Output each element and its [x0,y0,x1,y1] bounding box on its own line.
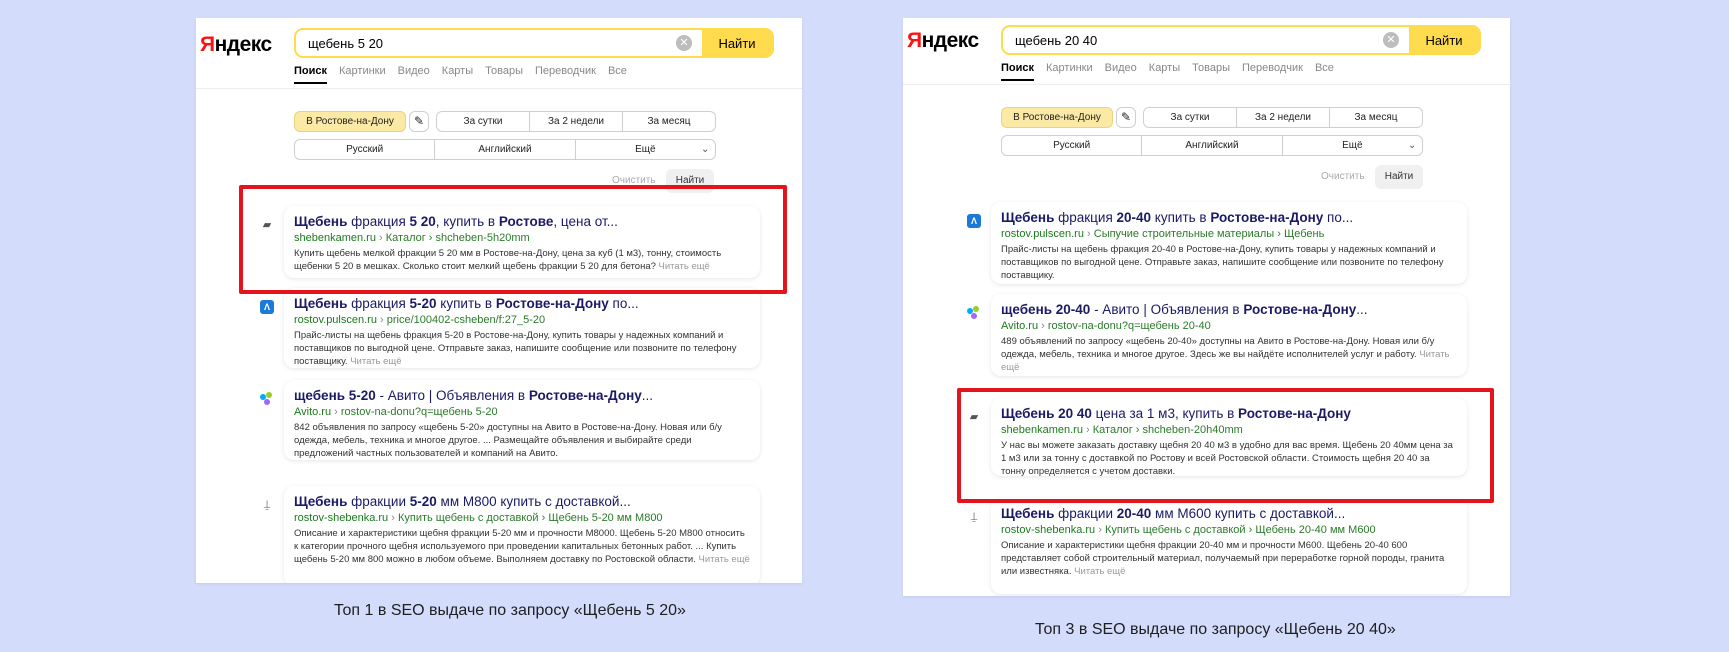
period-2weeks[interactable]: За 2 недели [529,112,622,131]
result-url[interactable]: rostov.pulscen.ru › price/100402-csheben… [294,314,750,326]
language-filter: Русский Английский Ещё [294,139,716,160]
result-snippet: 842 объявления по запросу «щебень 5-20» … [294,422,722,459]
period-month[interactable]: За месяц [1329,108,1422,127]
tab-maps[interactable]: Карты [442,65,473,84]
pulscen-icon: Λ [967,214,981,228]
search-input[interactable] [296,30,696,56]
lang-english[interactable]: Английский [1141,136,1281,155]
apply-filters-button[interactable]: Найти [1375,165,1423,189]
truck-icon: ▰ [262,219,272,231]
close-icon[interactable]: ✕ [1383,32,1399,48]
pin-icon: ⍊ [263,499,271,511]
avito-dots-icon [967,306,981,320]
chevron-down-icon: ⌄ [701,144,710,155]
tab-translator[interactable]: Переводчик [535,65,596,84]
result-url[interactable]: shebenkamen.ru › Каталог › shcheben-20h4… [1001,424,1457,436]
result-url[interactable]: Avito.ru › rostov-na-donu?q=щебень 20-40 [1001,320,1457,332]
lang-russian[interactable]: Русский [1002,136,1141,155]
left-caption: Топ 1 в SEO выдаче по запросу «Щебень 5 … [334,602,686,619]
truck-icon: ▰ [969,411,979,423]
search-button[interactable]: Найти [702,30,772,56]
result-title[interactable]: Щебень фракция 5 20, купить в Ростове, ц… [294,214,750,230]
search-tabs: Поиск Картинки Видео Карты Товары Перево… [1001,62,1334,81]
edit-icon[interactable]: ✎ [409,111,429,132]
result-url[interactable]: rostov-shebenka.ru › Купить щебень с дос… [1001,524,1457,536]
search-result[interactable]: щебень 5-20 - Авито | Объявления в Росто… [260,380,760,460]
result-url[interactable]: Avito.ru › rostov-na-donu?q=щебень 5-20 [294,406,750,418]
result-title[interactable]: щебень 20-40 - Авито | Объявления в Рост… [1001,302,1457,318]
search-tabs: Поиск Картинки Видео Карты Товары Перево… [294,65,627,84]
result-title[interactable]: щебень 5-20 - Авито | Объявления в Росто… [294,388,750,404]
period-2weeks[interactable]: За 2 недели [1236,108,1329,127]
result-title[interactable]: Щебень фракции 20-40 мм М600 купить с до… [1001,506,1457,522]
edit-icon[interactable]: ✎ [1116,107,1136,128]
result-url[interactable]: shebenkamen.ru › Каталог › shcheben-5h20… [294,232,750,244]
region-filter[interactable]: В Ростове-на-Дону [1001,107,1113,128]
tab-goods[interactable]: Товары [1192,62,1230,81]
period-filter: За сутки За 2 недели За месяц [1143,107,1423,128]
apply-filters-button[interactable]: Найти [666,169,714,193]
result-title[interactable]: Щебень фракция 20-40 купить в Ростове-на… [1001,210,1457,226]
result-snippet: У нас вы можете заказать доставку щебня … [1001,440,1453,477]
clear-filters-link[interactable]: Очистить [1321,171,1365,182]
tab-goods[interactable]: Товары [485,65,523,84]
search-result[interactable]: ▰ Щебень фракция 5 20, купить в Ростове,… [263,206,760,278]
tab-search[interactable]: Поиск [294,65,328,84]
yandex-logo[interactable]: Яндекс [907,29,979,53]
period-filter: За сутки За 2 недели За месяц [436,111,716,132]
period-month[interactable]: За месяц [622,112,715,131]
result-title[interactable]: Щебень 20 40 цена за 1 м3, купить в Рост… [1001,406,1457,422]
right-caption: Топ 3 в SEO выдаче по запросу «Щебень 20… [1035,621,1396,638]
lang-russian[interactable]: Русский [295,140,434,159]
result-title[interactable]: Щебень фракция 5-20 купить в Ростове-на-… [294,296,750,312]
avito-dots-icon [260,392,274,406]
tab-all[interactable]: Все [1315,62,1334,81]
tab-video[interactable]: Видео [1105,62,1137,81]
search-result[interactable]: ⍊ Щебень фракции 5-20 мм М800 купить с д… [264,486,760,583]
period-day[interactable]: За сутки [437,112,529,131]
header-divider [903,84,1510,85]
tab-search[interactable]: Поиск [1001,62,1035,81]
clear-filters-link[interactable]: Очистить [612,175,656,186]
period-day[interactable]: За сутки [1144,108,1236,127]
left-screenshot: Яндекс ✕ Найти Поиск Картинки Видео Карт… [196,18,802,583]
tab-maps[interactable]: Карты [1149,62,1180,81]
search-box: ✕ Найти [1001,25,1481,55]
result-snippet: Прайс-листы на щебень фракция 5-20 в Рос… [294,330,737,367]
result-snippet: 489 объявлений по запросу «щебень 20-40»… [1001,336,1450,373]
search-input[interactable] [1003,27,1403,53]
search-button[interactable]: Найти [1409,27,1479,53]
tab-video[interactable]: Видео [398,65,430,84]
lang-more[interactable]: Ещё [574,140,715,159]
search-result[interactable]: щебень 20-40 - Авито | Объявления в Рост… [967,294,1467,376]
yandex-logo[interactable]: Яндекс [200,33,272,57]
close-icon[interactable]: ✕ [676,35,692,51]
region-filter[interactable]: В Ростове-на-Дону [294,111,406,132]
result-snippet: Описание и характеристики щебня фракции … [1001,540,1445,577]
right-screenshot: Яндекс ✕ Найти Поиск Картинки Видео Карт… [903,18,1510,596]
result-title[interactable]: Щебень фракции 5-20 мм М800 купить с дос… [294,494,750,510]
chevron-down-icon: ⌄ [1408,140,1417,151]
tab-images[interactable]: Картинки [339,65,386,84]
result-url[interactable]: rostov.pulscen.ru › Сыпучие строительные… [1001,228,1457,240]
result-snippet: Купить щебень мелкой фракции 5 20 мм в Р… [294,248,722,272]
header-divider [196,88,802,89]
language-filter: Русский Английский Ещё [1001,135,1423,156]
result-snippet: Прайс-листы на щебень фракция 20-40 в Ро… [1001,244,1444,281]
result-url[interactable]: rostov-shebenka.ru › Купить щебень с дос… [294,512,750,524]
result-snippet: Описание и характеристики щебня фракции … [294,528,750,565]
pulscen-icon: Λ [260,300,274,314]
search-result[interactable]: Λ Щебень фракция 5-20 купить в Ростове-н… [260,288,760,368]
pin-icon: ⍊ [970,511,978,523]
tab-all[interactable]: Все [608,65,627,84]
search-result[interactable]: ⍊ Щебень фракции 20-40 мм М600 купить с … [971,498,1467,594]
search-result[interactable]: ▰ Щебень 20 40 цена за 1 м3, купить в Ро… [970,398,1467,477]
lang-english[interactable]: Английский [434,140,574,159]
lang-more[interactable]: Ещё [1281,136,1422,155]
search-box: ✕ Найти [294,28,774,58]
tab-images[interactable]: Картинки [1046,62,1093,81]
tab-translator[interactable]: Переводчик [1242,62,1303,81]
search-result[interactable]: Λ Щебень фракция 20-40 купить в Ростове-… [967,202,1467,284]
